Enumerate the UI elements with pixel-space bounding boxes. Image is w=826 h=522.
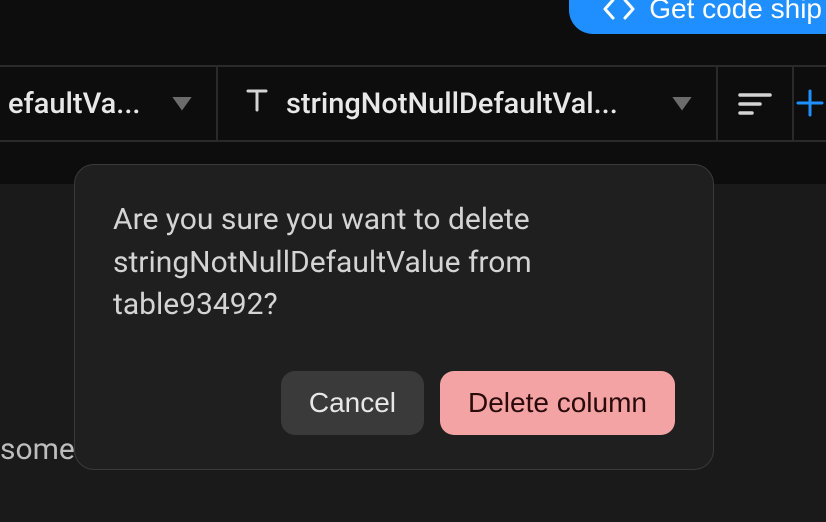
sort-icon	[738, 91, 772, 117]
chevron-down-icon[interactable]	[172, 97, 192, 111]
top-bar: Get code ship	[0, 0, 826, 65]
text-type-icon	[242, 85, 272, 123]
column-label: stringNotNullDefaultVal...	[286, 87, 644, 121]
column-label: efaultVa...	[8, 87, 144, 121]
code-icon	[603, 0, 635, 20]
plus-icon	[796, 80, 824, 127]
column-header-0[interactable]: efaultVa...	[0, 67, 218, 140]
background-text: some	[0, 432, 75, 467]
add-column-button[interactable]	[794, 67, 826, 140]
confirm-delete-modal: Are you sure you want to delete stringNo…	[74, 164, 714, 470]
chevron-down-icon[interactable]	[672, 97, 692, 111]
cancel-button[interactable]: Cancel	[281, 371, 424, 435]
column-header-1[interactable]: stringNotNullDefaultVal...	[218, 67, 718, 140]
modal-message: Are you sure you want to delete stringNo…	[113, 199, 675, 327]
modal-actions: Cancel Delete column	[113, 371, 675, 435]
delete-column-button[interactable]: Delete column	[440, 371, 675, 435]
column-header-row: efaultVa... stringNotNullDefaultVal...	[0, 65, 826, 142]
sort-button[interactable]	[718, 67, 794, 140]
get-code-label: Get code ship	[649, 0, 822, 25]
get-code-button[interactable]: Get code ship	[569, 0, 826, 34]
